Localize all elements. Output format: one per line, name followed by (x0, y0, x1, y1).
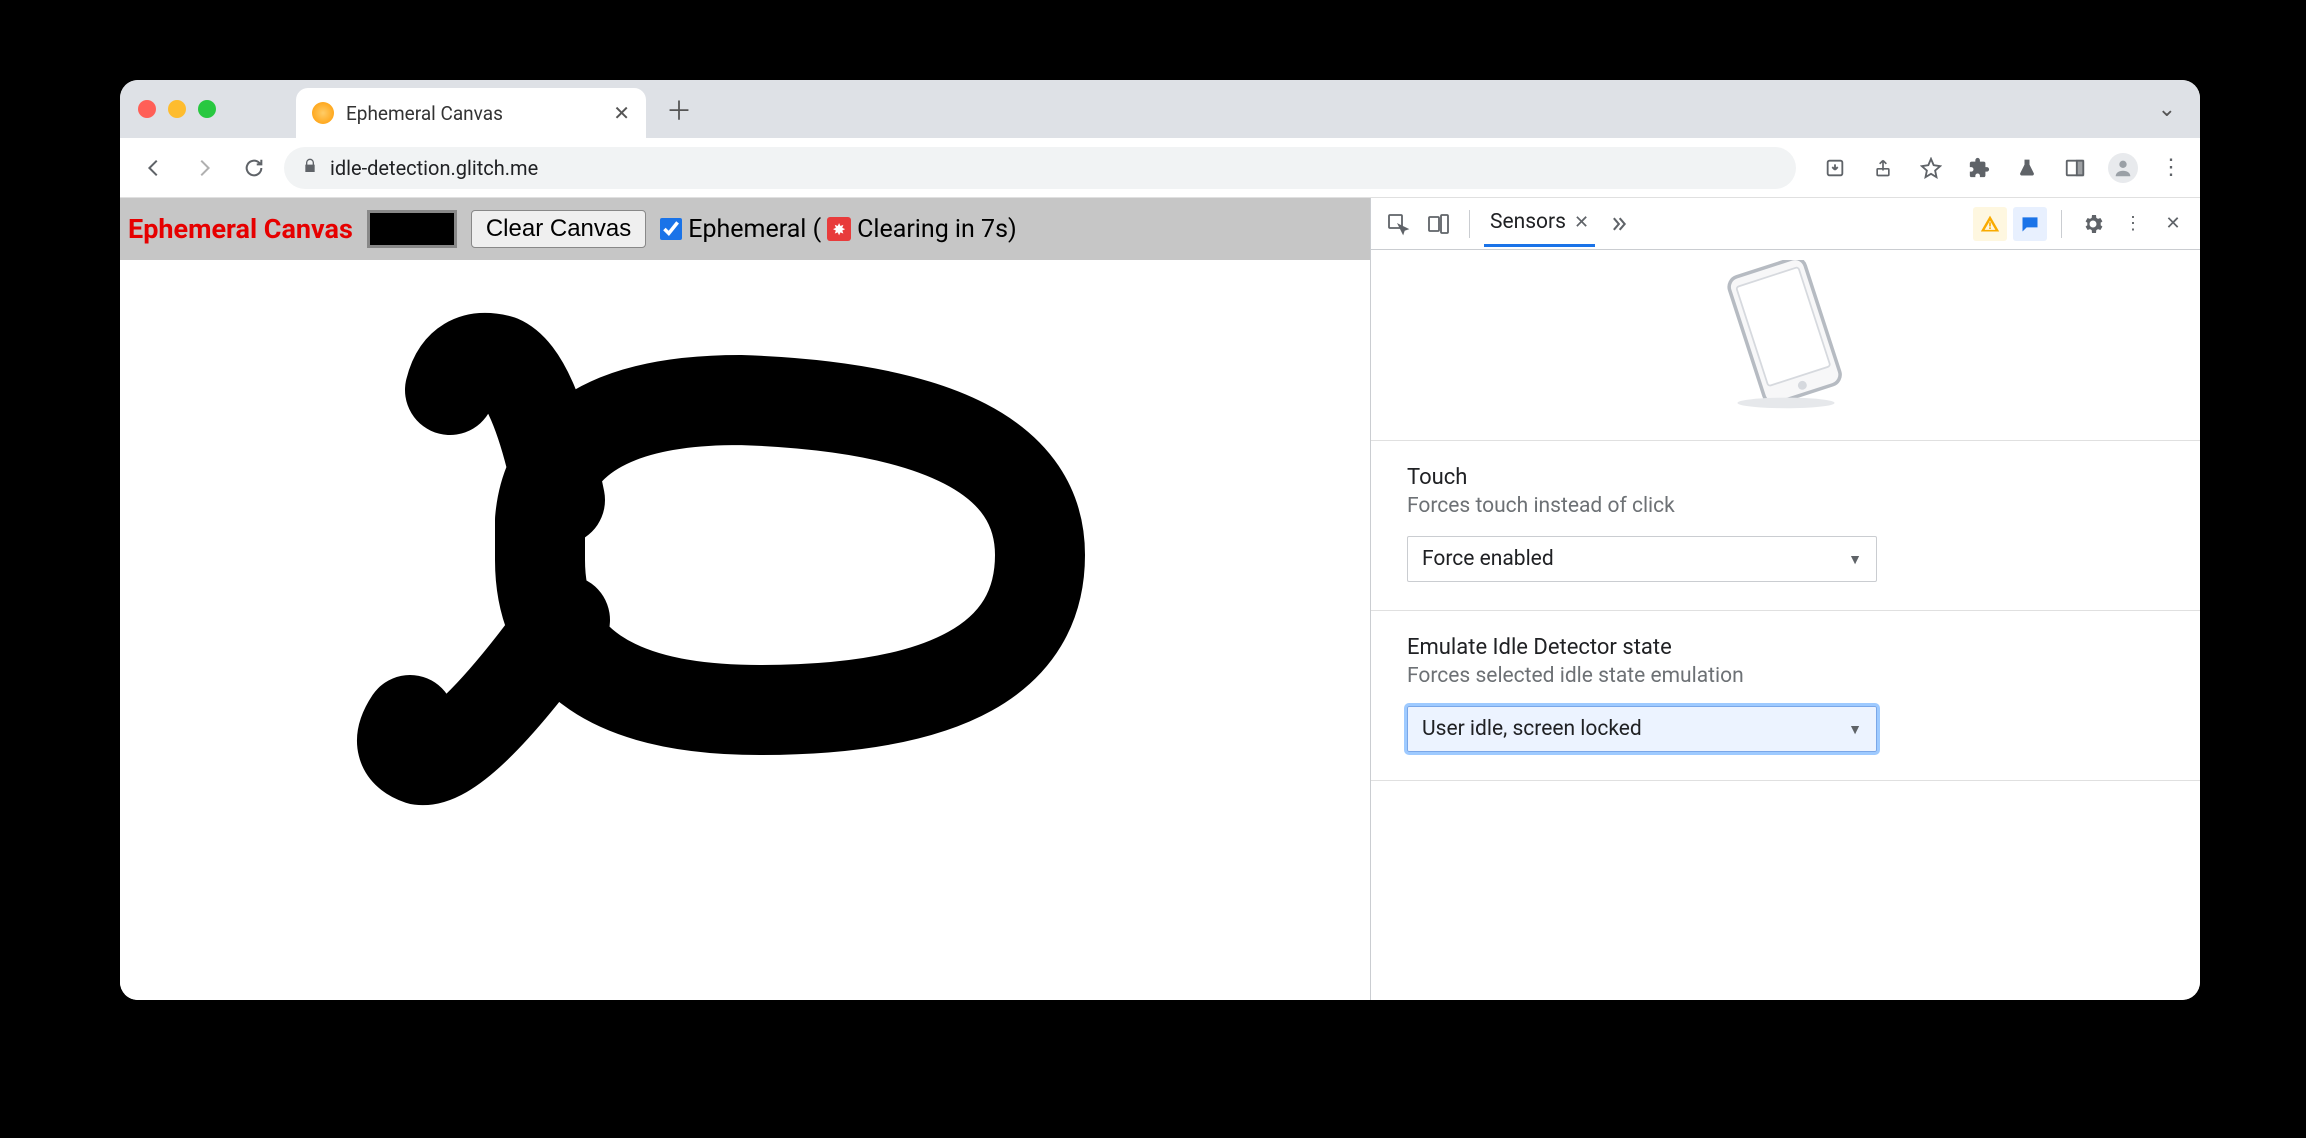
touch-select[interactable]: Force enabled ▼ (1407, 536, 1877, 582)
favicon-icon (312, 102, 334, 124)
issues-warning-icon[interactable] (1973, 207, 2007, 241)
canvas-drawing (120, 260, 1120, 860)
address-bar[interactable]: idle-detection.glitch.me (284, 147, 1796, 189)
idle-detector-section: Emulate Idle Detector state Forces selec… (1371, 610, 2200, 780)
url-text: idle-detection.glitch.me (330, 156, 538, 180)
chevron-down-icon: ▼ (1848, 721, 1862, 738)
tab-overflow-icon[interactable]: ⌄ (2158, 97, 2176, 122)
back-button[interactable] (134, 148, 174, 188)
side-panel-icon[interactable] (2060, 153, 2090, 183)
inspect-element-icon[interactable] (1381, 207, 1415, 241)
ephemeral-label-suffix: Clearing in 7s) (857, 215, 1017, 244)
tab-title: Ephemeral Canvas (346, 102, 601, 125)
ephemeral-checkbox[interactable] (660, 218, 682, 240)
idle-select[interactable]: User idle, screen locked ▼ (1407, 706, 1877, 752)
window-maximize-button[interactable] (198, 100, 216, 118)
idle-select-value: User idle, screen locked (1422, 717, 1642, 741)
devtools-tabbar: Sensors ✕ ⋮ ✕ (1371, 198, 2200, 250)
share-icon[interactable] (1868, 153, 1898, 183)
devtools-tab-label: Sensors (1490, 210, 1566, 234)
app-title: Ephemeral Canvas (128, 213, 353, 245)
devtools-menu-icon[interactable]: ⋮ (2116, 207, 2150, 241)
feedback-icon[interactable] (2013, 207, 2047, 241)
browser-toolbar: idle-detection.glitch.me (120, 138, 2200, 198)
app-toolbar: Ephemeral Canvas Clear Canvas Ephemeral … (120, 198, 1370, 260)
toolbar-actions: ⋮ (1820, 153, 2186, 183)
lock-icon (302, 157, 318, 179)
touch-section: Touch Forces touch instead of click Forc… (1371, 440, 2200, 610)
device-toolbar-icon[interactable] (1421, 207, 1455, 241)
siren-icon: ✸ (827, 217, 851, 241)
devtools-close-icon[interactable]: ✕ (2156, 207, 2190, 241)
reload-button[interactable] (234, 148, 274, 188)
window-controls (138, 100, 216, 118)
browser-window: Ephemeral Canvas ✕ ＋ ⌄ idle-detection.gl… (120, 80, 2200, 1000)
chrome-menu-icon[interactable]: ⋮ (2156, 153, 2186, 183)
browser-tab[interactable]: Ephemeral Canvas ✕ (296, 88, 646, 138)
content-area: Ephemeral Canvas Clear Canvas Ephemeral … (120, 198, 2200, 1000)
clear-canvas-button[interactable]: Clear Canvas (471, 210, 646, 248)
idle-label: Emulate Idle Detector state (1407, 635, 2164, 660)
forward-button[interactable] (184, 148, 224, 188)
touch-sublabel: Forces touch instead of click (1407, 494, 2164, 518)
devtools-body: Touch Forces touch instead of click Forc… (1371, 250, 2200, 1000)
devtools-panel: Sensors ✕ ⋮ ✕ (1370, 198, 2200, 1000)
ephemeral-label-prefix: Ephemeral ( (688, 215, 821, 244)
color-picker[interactable] (367, 210, 457, 248)
touch-select-value: Force enabled (1422, 547, 1554, 571)
devtools-tab-close-icon[interactable]: ✕ (1574, 212, 1589, 233)
window-close-button[interactable] (138, 100, 156, 118)
more-tabs-icon[interactable] (1601, 207, 1635, 241)
new-tab-button[interactable]: ＋ (666, 91, 692, 128)
tab-close-icon[interactable]: ✕ (613, 101, 630, 125)
drawing-canvas[interactable] (120, 260, 1370, 1000)
touch-label: Touch (1407, 465, 2164, 490)
idle-sublabel: Forces selected idle state emulation (1407, 664, 2164, 688)
bookmark-star-icon[interactable] (1916, 153, 1946, 183)
phone-icon (1696, 260, 1876, 410)
next-section-divider (1371, 780, 2200, 789)
orientation-preview (1371, 250, 2200, 440)
labs-icon[interactable] (2012, 153, 2042, 183)
install-app-icon[interactable] (1820, 153, 1850, 183)
window-minimize-button[interactable] (168, 100, 186, 118)
profile-avatar[interactable] (2108, 153, 2138, 183)
extensions-icon[interactable] (1964, 153, 1994, 183)
tab-strip: Ephemeral Canvas ✕ ＋ ⌄ (120, 80, 2200, 138)
page-viewport: Ephemeral Canvas Clear Canvas Ephemeral … (120, 198, 1370, 1000)
chevron-down-icon: ▼ (1848, 551, 1862, 568)
devtools-tab-sensors[interactable]: Sensors ✕ (1484, 200, 1595, 247)
devtools-settings-icon[interactable] (2076, 207, 2110, 241)
ephemeral-toggle-group: Ephemeral ( ✸ Clearing in 7s) (660, 215, 1016, 244)
